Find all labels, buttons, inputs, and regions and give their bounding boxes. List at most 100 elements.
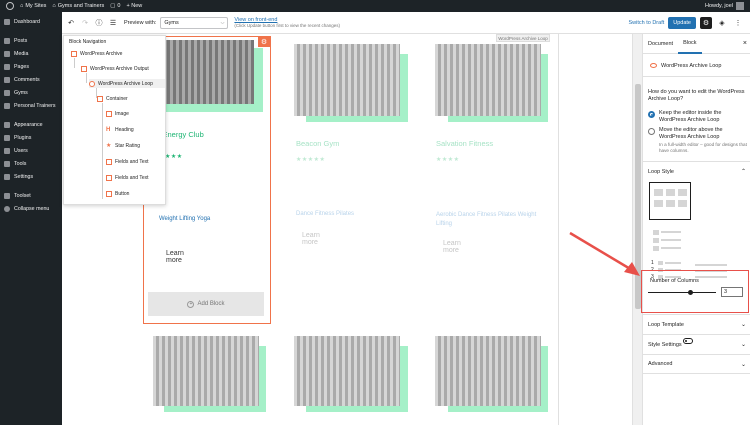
menu-pages[interactable]: Pages	[0, 60, 62, 73]
editor-toolbar: ↶ ↷ ⓘ ☰ Preview with: Gyms ⌵ View on fro…	[62, 12, 750, 34]
columns-highlight-box	[641, 270, 749, 313]
toolset-icon	[4, 192, 10, 199]
wrench-icon	[4, 160, 10, 167]
block-settings-gear-icon[interactable]: ⚙	[258, 36, 270, 47]
menu-appearance[interactable]: Appearance	[0, 118, 62, 131]
chevron-down-icon: ⌄	[740, 362, 746, 368]
new-content-menu[interactable]: + New	[126, 3, 142, 9]
card-tags[interactable]: Aerobic Dance Fitness Pilates Weight Lif…	[436, 211, 546, 229]
collapse-icon	[4, 205, 10, 212]
brush-icon	[4, 121, 10, 128]
menu-toolset[interactable]: Toolset	[0, 189, 62, 202]
info-icon[interactable]: ⓘ	[94, 18, 104, 28]
more-options-icon[interactable]: ⋮	[732, 17, 744, 29]
nav-item-image[interactable]: Image	[106, 109, 129, 118]
learn-more-link[interactable]: Learn more	[302, 232, 320, 246]
page-icon	[4, 63, 10, 70]
account-menu[interactable]: Howdy, joel	[705, 2, 744, 10]
image-icon	[106, 110, 112, 117]
wordpress-icon	[6, 2, 14, 10]
star-icon: ★	[106, 142, 112, 149]
menu-media[interactable]: Media	[0, 47, 62, 60]
home-icon: ⌂	[52, 3, 56, 9]
star-rating: ★★★★	[436, 157, 460, 163]
menu-users[interactable]: Users	[0, 144, 62, 157]
option-keep-inside[interactable]: Keep the editor inside the WordPress Arc…	[659, 110, 747, 124]
menu-settings[interactable]: Settings	[0, 170, 62, 183]
wp-logo-menu[interactable]	[6, 2, 14, 10]
block-icon	[81, 65, 87, 72]
nav-item-fields-and-text[interactable]: Fields and Text	[106, 157, 149, 166]
comment-icon	[4, 76, 10, 83]
undo-icon[interactable]: ↶	[66, 18, 76, 28]
block-card: WordPress Archive Loop	[643, 55, 750, 77]
panel-style-settings[interactable]: Style Settings ⌄	[643, 334, 750, 354]
tab-document[interactable]: Document	[643, 34, 678, 54]
gym-image	[435, 44, 541, 116]
menu-collapse[interactable]: Collapse menu	[0, 202, 62, 215]
nav-item-archive-loop[interactable]: WordPress Archive Loop	[89, 79, 165, 88]
admin-bar: ⌂ My Sites ⌂ Gyms and Trainers ▢ 0 + New Ho…	[0, 0, 750, 12]
nav-item-wordpress-archive[interactable]: WordPress Archive	[71, 49, 122, 58]
loop-style-grid[interactable]	[649, 182, 691, 220]
style-settings-toggle[interactable]	[683, 338, 693, 344]
option-move-above[interactable]: Move the editor above the WordPress Arch…	[659, 127, 747, 141]
container-icon	[97, 95, 103, 102]
menu-comments[interactable]: Comments	[0, 73, 62, 86]
pin-icon	[4, 102, 10, 109]
preview-label: Preview with:	[124, 19, 157, 26]
nav-item-container[interactable]: Container	[97, 94, 128, 103]
radio-keep-inside[interactable]	[648, 111, 655, 118]
canvas-scrollbar[interactable]	[632, 34, 642, 425]
menu-dashboard[interactable]: Dashboard	[0, 15, 62, 28]
nav-item-archive-output[interactable]: WordPress Archive Output	[81, 64, 149, 73]
gym-image	[294, 336, 400, 406]
nav-item-fields-and-text[interactable]: Fields and Text	[106, 173, 149, 182]
loop-icon	[650, 63, 657, 68]
sites-icon: ⌂	[20, 3, 24, 9]
dashboard-icon	[4, 18, 10, 25]
site-name-menu[interactable]: ⌂ Gyms and Trainers	[52, 3, 104, 9]
panel-advanced[interactable]: Advanced ⌄	[643, 354, 750, 374]
card-title: Beacon Gym	[296, 139, 340, 148]
radio-move-above[interactable]	[648, 128, 655, 135]
loop-icon	[89, 80, 95, 87]
card-title: Salvation Fitness	[436, 139, 494, 148]
update-button[interactable]: Update	[668, 16, 696, 29]
menu-plugins[interactable]: Plugins	[0, 131, 62, 144]
chevron-down-icon: ⌵	[220, 19, 225, 26]
redo-icon[interactable]: ↷	[80, 18, 90, 28]
preview-select[interactable]: Gyms ⌵	[160, 16, 229, 29]
close-icon[interactable]: ×	[743, 40, 747, 47]
comments-menu[interactable]: ▢ 0	[110, 3, 120, 9]
my-sites-menu[interactable]: ⌂ My Sites	[20, 3, 46, 9]
toolset-icon[interactable]: ◈	[716, 17, 728, 29]
tab-block[interactable]: Block	[678, 34, 702, 54]
switch-to-draft-button[interactable]: Switch to Draft	[628, 20, 664, 26]
loop-block-label[interactable]: WordPress Archive Loop	[496, 34, 550, 42]
settings-gear-icon[interactable]: ⚙	[700, 16, 712, 29]
menu-posts[interactable]: Posts	[0, 34, 62, 47]
card-tags[interactable]: Dance Fitness Pilates	[296, 211, 354, 217]
nav-item-star-rating[interactable]: ★ Star Rating	[106, 141, 140, 150]
nav-item-heading[interactable]: H Heading	[106, 125, 134, 134]
comment-icon: ▢	[110, 3, 116, 9]
settings-icon	[4, 173, 10, 180]
block-navigation-title: Block Navigation	[69, 39, 107, 45]
learn-more-link[interactable]: Learn more	[443, 240, 461, 254]
menu-tools[interactable]: Tools	[0, 157, 62, 170]
block-navigation-icon[interactable]: ☰	[108, 18, 118, 28]
panel-loop-style[interactable]: Loop Style ⌃	[643, 161, 750, 181]
chevron-up-icon: ⌃	[740, 169, 746, 175]
add-block-button[interactable]: + Add Block	[148, 292, 264, 316]
chevron-down-icon: ⌄	[740, 342, 746, 348]
admin-menu: Dashboard Posts Media Pages Comments Gym…	[0, 12, 62, 425]
users-icon	[4, 147, 10, 154]
gym-image	[435, 336, 541, 406]
menu-gyms[interactable]: Gyms	[0, 86, 62, 99]
menu-personal-trainers[interactable]: Personal Trainers	[0, 99, 62, 112]
plus-icon: +	[187, 300, 195, 308]
nav-item-button[interactable]: Button	[106, 189, 129, 198]
panel-loop-template[interactable]: Loop Template ⌄	[643, 314, 750, 334]
loop-style-list[interactable]	[649, 228, 691, 264]
